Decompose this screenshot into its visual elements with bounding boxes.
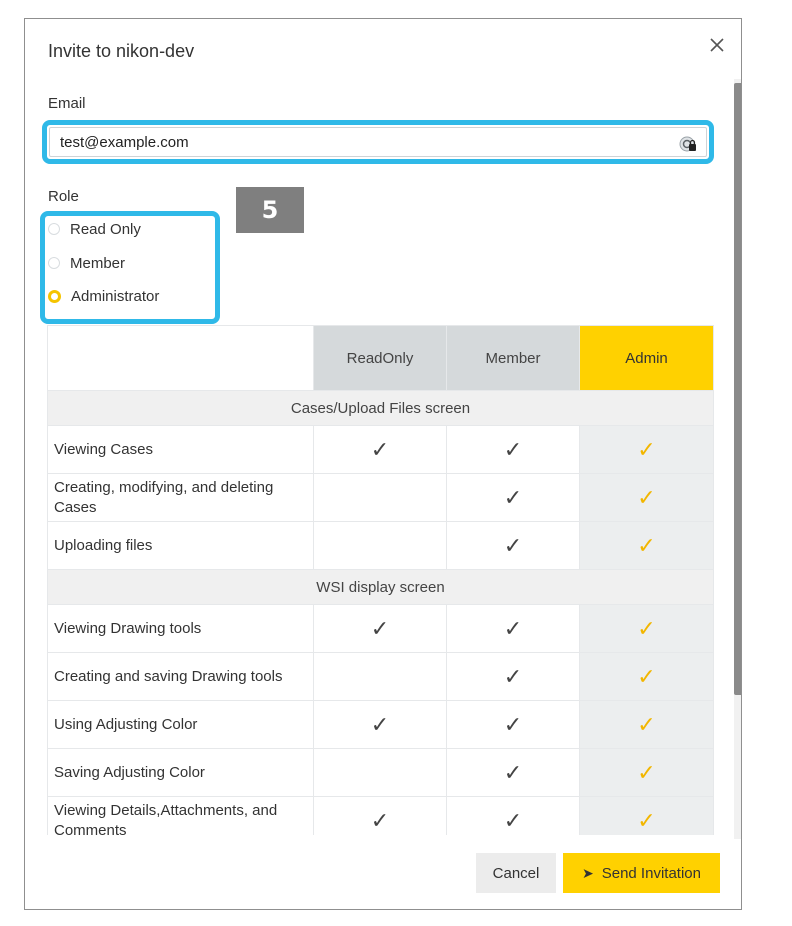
table-row: Uploading files ✓ ✓: [47, 521, 714, 570]
check-icon: ✓: [446, 652, 580, 701]
column-member: Member: [446, 325, 580, 391]
section-title: Cases/Upload Files screen: [47, 390, 714, 426]
send-invitation-button[interactable]: ➤ Send Invitation: [563, 853, 720, 893]
scroll-clip: [47, 835, 734, 855]
cancel-button[interactable]: Cancel: [476, 853, 556, 893]
row-label: Viewing Cases: [47, 425, 314, 474]
row-label: Saving Adjusting Color: [47, 748, 314, 797]
check-icon: ✓: [446, 473, 580, 522]
radio-administrator-label: Administrator: [71, 287, 160, 305]
radio-administrator[interactable]: Administrator: [48, 284, 159, 308]
send-invitation-label: Send Invitation: [601, 864, 701, 882]
radio-administrator-circle[interactable]: [48, 289, 61, 303]
check-cell-empty: [313, 748, 447, 797]
scrollbar-thumb[interactable]: [734, 83, 741, 695]
row-label: Using Adjusting Color: [47, 700, 314, 749]
table-header-row: ReadOnly Member Admin: [47, 325, 714, 391]
row-label: Viewing Drawing tools: [47, 604, 314, 653]
check-icon: ✓: [446, 521, 580, 570]
check-icon: ✓: [313, 425, 447, 474]
row-label: Creating, modifying, and deleting Cases: [47, 473, 314, 522]
email-highlight: [42, 120, 714, 164]
permissions-table: ReadOnly Member Admin Cases/Upload Files…: [47, 325, 714, 845]
radio-read-only[interactable]: Read Only: [48, 217, 141, 241]
step-badge: 5: [236, 187, 304, 233]
check-icon: ✓: [313, 700, 447, 749]
check-icon: ✓: [579, 748, 714, 797]
table-row: Saving Adjusting Color ✓ ✓: [47, 748, 714, 797]
table-row: Creating, modifying, and deleting Cases …: [47, 473, 714, 522]
check-icon: ✓: [446, 604, 580, 653]
row-label: Uploading files: [47, 521, 314, 570]
section-row: Cases/Upload Files screen: [47, 390, 714, 426]
check-icon: ✓: [446, 748, 580, 797]
column-readonly: ReadOnly: [313, 325, 447, 391]
check-icon: ✓: [579, 521, 714, 570]
check-icon: ✓: [579, 425, 714, 474]
check-icon: ✓: [446, 700, 580, 749]
check-cell-empty: [313, 521, 447, 570]
check-cell-empty: [313, 473, 447, 522]
section-title: WSI display screen: [47, 569, 714, 605]
table-row: Using Adjusting Color ✓ ✓ ✓: [47, 700, 714, 749]
email-label: Email: [48, 95, 86, 112]
check-icon: ✓: [446, 425, 580, 474]
email-input[interactable]: [49, 127, 707, 157]
radio-read-only-label: Read Only: [70, 220, 141, 238]
password-manager-icon[interactable]: [679, 135, 697, 153]
table-row: Viewing Drawing tools ✓ ✓ ✓: [47, 604, 714, 653]
radio-member[interactable]: Member: [48, 251, 125, 275]
check-icon: ✓: [579, 604, 714, 653]
table-row: Creating and saving Drawing tools ✓ ✓: [47, 652, 714, 701]
dialog-title: Invite to nikon-dev: [48, 41, 195, 61]
radio-member-circle[interactable]: [48, 257, 60, 269]
check-icon: ✓: [579, 652, 714, 701]
check-cell-empty: [313, 652, 447, 701]
header-empty: [47, 325, 314, 391]
row-label: Creating and saving Drawing tools: [47, 652, 314, 701]
check-icon: ✓: [579, 473, 714, 522]
radio-read-only-circle[interactable]: [48, 223, 60, 235]
section-row: WSI display screen: [47, 569, 714, 605]
table-row: Viewing Cases ✓ ✓ ✓: [47, 425, 714, 474]
radio-member-label: Member: [70, 254, 126, 272]
role-label: Role: [48, 188, 79, 205]
close-icon[interactable]: [705, 33, 729, 57]
send-arrow-icon: ➤: [582, 864, 594, 881]
invite-dialog: Invite to nikon-dev Email Role 5 Read On…: [24, 18, 742, 910]
check-icon: ✓: [579, 700, 714, 749]
check-icon: ✓: [313, 604, 447, 653]
column-admin: Admin: [579, 325, 714, 391]
